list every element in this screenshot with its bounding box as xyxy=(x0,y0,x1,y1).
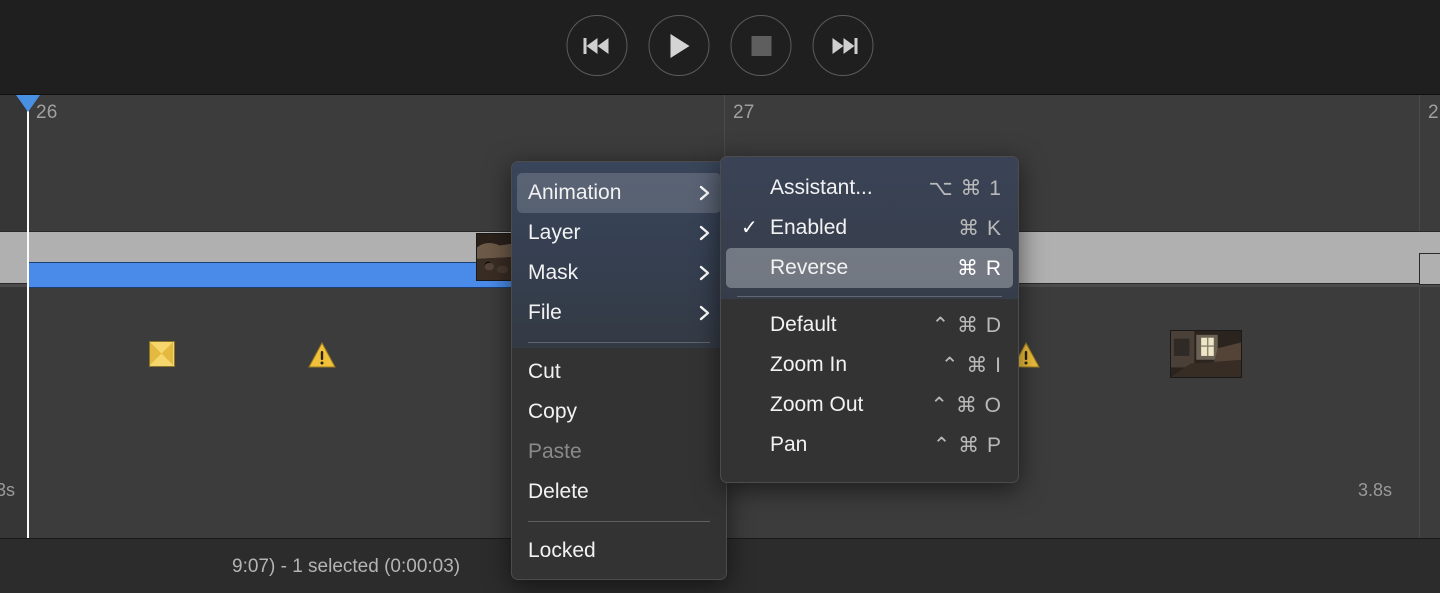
shortcut-label: ⌃ ⌘ I xyxy=(941,353,1002,378)
ruler-label-frame: 2 xyxy=(1428,102,1439,124)
chevron-right-icon xyxy=(694,225,710,241)
menu-separator xyxy=(528,521,710,522)
video-editor-window: 26 27 2 3s 3.8s xyxy=(0,0,1440,593)
checkmark-icon: ✓ xyxy=(741,218,758,238)
menu-item-delete[interactable]: Delete xyxy=(517,472,721,512)
submenu-item-label: Reverse xyxy=(739,256,939,280)
menu-item-file[interactable]: File xyxy=(517,293,721,333)
rewind-button[interactable] xyxy=(567,15,628,76)
status-text: 9:07) - 1 selected (0:00:03) xyxy=(232,556,460,578)
menu-item-label: Locked xyxy=(528,539,710,563)
menu-item-label: Animation xyxy=(528,181,682,205)
chevron-right-icon xyxy=(694,185,710,201)
play-button[interactable] xyxy=(649,15,710,76)
shortcut-label: ⌥ ⌘ 1 xyxy=(928,176,1002,201)
menu-item-label: Paste xyxy=(528,440,710,464)
shortcut-label: ⌃ ⌘ O xyxy=(930,393,1002,418)
submenu-item-label: Enabled xyxy=(739,216,940,240)
ruler-label-frame: 27 xyxy=(733,102,755,124)
menu-item-paste: Paste xyxy=(517,432,721,472)
submenu-item-label: Zoom In xyxy=(739,353,923,377)
menu-item-mask[interactable]: Mask xyxy=(517,253,721,293)
playhead-handle[interactable] xyxy=(16,95,40,112)
shortcut-label: ⌃ ⌘ D xyxy=(932,313,1002,338)
clip-bar-segment[interactable] xyxy=(1419,253,1440,285)
shortcut-label: ⌘ R xyxy=(957,256,1002,281)
clip-thumbnail xyxy=(1170,330,1242,378)
transport-controls xyxy=(567,15,874,76)
ruler-tick-28 xyxy=(1419,95,1420,538)
menu-item-label: Delete xyxy=(528,480,710,504)
menu-separator xyxy=(737,296,1002,297)
playhead-line[interactable] xyxy=(27,95,29,538)
menu-item-animation[interactable]: Animation xyxy=(517,173,721,213)
submenu-item-label: Default xyxy=(739,313,914,337)
shortcut-label: ⌘ K xyxy=(958,216,1002,241)
shortcut-label: ⌃ ⌘ P xyxy=(933,433,1002,458)
submenu-item-label: Assistant... xyxy=(739,176,910,200)
menu-item-label: Mask xyxy=(528,261,682,285)
animation-submenu[interactable]: Assistant... ⌥ ⌘ 1 ✓ Enabled ⌘ K Reverse… xyxy=(720,156,1019,483)
warning-icon[interactable] xyxy=(308,342,336,368)
stop-icon xyxy=(750,35,772,57)
time-label-seconds: 3.8s xyxy=(1358,480,1392,501)
menu-item-label: File xyxy=(528,301,682,325)
submenu-item-label: Zoom Out xyxy=(739,393,912,417)
submenu-item-zoom-in[interactable]: Zoom In ⌃ ⌘ I xyxy=(726,345,1013,385)
menu-item-label: Cut xyxy=(528,360,710,384)
menu-item-label: Layer xyxy=(528,221,682,245)
clip-bar-selected[interactable] xyxy=(27,262,514,288)
timeline-left-gutter xyxy=(0,95,27,538)
menu-item-label: Copy xyxy=(528,400,710,424)
chevron-right-icon xyxy=(694,265,710,281)
submenu-item-label: Pan xyxy=(739,433,915,457)
play-icon xyxy=(667,33,691,59)
time-label-seconds: 3s xyxy=(0,480,15,501)
context-menu-items: Animation Layer Mask File xyxy=(512,162,726,571)
menu-separator xyxy=(528,342,710,343)
fast-forward-icon xyxy=(828,36,858,56)
rewind-icon xyxy=(582,36,612,56)
stop-button[interactable] xyxy=(731,15,792,76)
submenu-item-pan[interactable]: Pan ⌃ ⌘ P xyxy=(726,425,1013,465)
menu-item-copy[interactable]: Copy xyxy=(517,392,721,432)
menu-item-layer[interactable]: Layer xyxy=(517,213,721,253)
chevron-right-icon xyxy=(694,305,710,321)
fast-forward-button[interactable] xyxy=(813,15,874,76)
submenu-item-reverse[interactable]: Reverse ⌘ R xyxy=(726,248,1013,288)
menu-item-cut[interactable]: Cut xyxy=(517,352,721,392)
clip-thumbnail xyxy=(476,233,514,281)
context-menu[interactable]: Animation Layer Mask File xyxy=(511,161,727,580)
animation-submenu-items: Assistant... ⌥ ⌘ 1 ✓ Enabled ⌘ K Reverse… xyxy=(721,157,1018,465)
menu-item-locked[interactable]: Locked xyxy=(517,531,721,571)
submenu-item-zoom-out[interactable]: Zoom Out ⌃ ⌘ O xyxy=(726,385,1013,425)
submenu-item-default[interactable]: Default ⌃ ⌘ D xyxy=(726,305,1013,345)
keyframe-marker[interactable] xyxy=(149,341,175,367)
submenu-item-assistant[interactable]: Assistant... ⌥ ⌘ 1 xyxy=(726,168,1013,208)
transport-bar xyxy=(0,0,1440,95)
submenu-item-enabled[interactable]: ✓ Enabled ⌘ K xyxy=(726,208,1013,248)
